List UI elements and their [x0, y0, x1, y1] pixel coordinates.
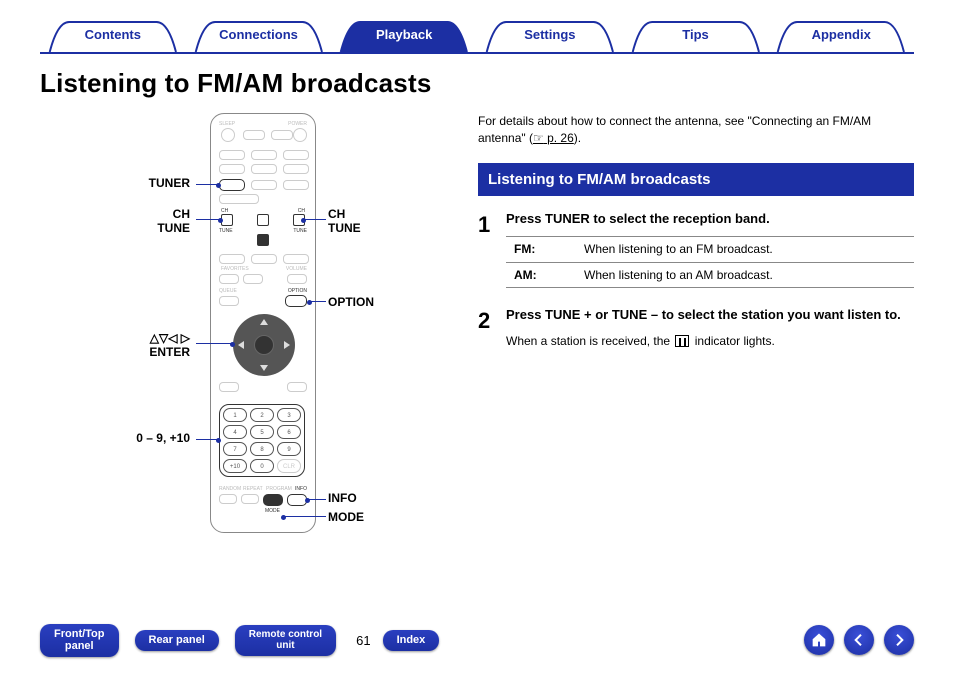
nav-rear-panel[interactable]: Rear panel — [135, 630, 219, 651]
remote-tuner-button — [219, 179, 245, 191]
tab-contents[interactable]: Contents — [40, 20, 186, 52]
callout-mode: MODE — [328, 510, 364, 524]
home-icon[interactable] — [804, 625, 834, 655]
remote-play-button — [257, 214, 269, 226]
step-1-title: Press TUNER to select the reception band… — [506, 210, 914, 228]
step-2-desc: When a station is received, the indicato… — [506, 333, 914, 350]
step-2-number: 2 — [478, 306, 506, 349]
page-title: Listening to FM/AM broadcasts — [40, 68, 914, 99]
antenna-note: For details about how to connect the ant… — [478, 113, 914, 147]
tab-connections[interactable]: Connections — [186, 20, 332, 52]
callout-ch-left: CHTUNE — [40, 207, 190, 236]
tab-tips[interactable]: Tips — [623, 20, 769, 52]
tab-playback[interactable]: Playback — [331, 20, 477, 52]
callout-tuner: TUNER — [40, 176, 190, 190]
remote-number-pad: 123 456 789 +100CLR — [219, 404, 305, 477]
callout-option: OPTION — [328, 295, 374, 309]
remote-stop-button — [257, 234, 269, 246]
remote-info-button — [287, 494, 307, 506]
table-row: AM:When listening to an AM broadcast. — [506, 262, 914, 288]
tuned-indicator-icon — [675, 335, 689, 347]
tab-appendix[interactable]: Appendix — [768, 20, 914, 52]
footer: Front/Top panel Rear panel Remote contro… — [40, 624, 914, 657]
remote-dpad — [233, 314, 295, 376]
nav-index[interactable]: Index — [383, 630, 440, 651]
tab-settings[interactable]: Settings — [477, 20, 623, 52]
callout-numeric: 0 – 9, +10 — [40, 431, 190, 445]
next-page-icon[interactable] — [884, 625, 914, 655]
nav-remote-control[interactable]: Remote control unit — [235, 625, 336, 656]
step-1-number: 1 — [478, 210, 506, 289]
prev-page-icon[interactable] — [844, 625, 874, 655]
step-2: 2 Press TUNE + or TUNE – to select the s… — [478, 306, 914, 349]
link-p26[interactable]: ☞ p. 26 — [533, 131, 574, 145]
page-body: Listening to FM/AM broadcasts SLEEP POWE… — [40, 60, 914, 603]
remote-mode-button — [263, 494, 283, 506]
callout-ch-right: CHTUNE — [328, 207, 361, 236]
callout-dpad-enter: △▽◁ ▷ENTER — [40, 331, 190, 360]
step-2-title: Press TUNE + or TUNE – to select the sta… — [506, 306, 914, 324]
section-heading: Listening to FM/AM broadcasts — [478, 163, 914, 196]
remote-option-button — [285, 295, 307, 307]
step-1: 1 Press TUNER to select the reception ba… — [478, 210, 914, 289]
callout-info: INFO — [328, 491, 357, 505]
band-table: FM:When listening to an FM broadcast. AM… — [506, 236, 914, 289]
page-number: 61 — [356, 633, 370, 648]
table-row: FM:When listening to an FM broadcast. — [506, 236, 914, 262]
remote-diagram: SLEEP POWER — [40, 113, 450, 543]
top-tabs: Contents Connections Playback Settings T… — [40, 20, 914, 54]
nav-front-top-panel[interactable]: Front/Top panel — [40, 624, 119, 657]
